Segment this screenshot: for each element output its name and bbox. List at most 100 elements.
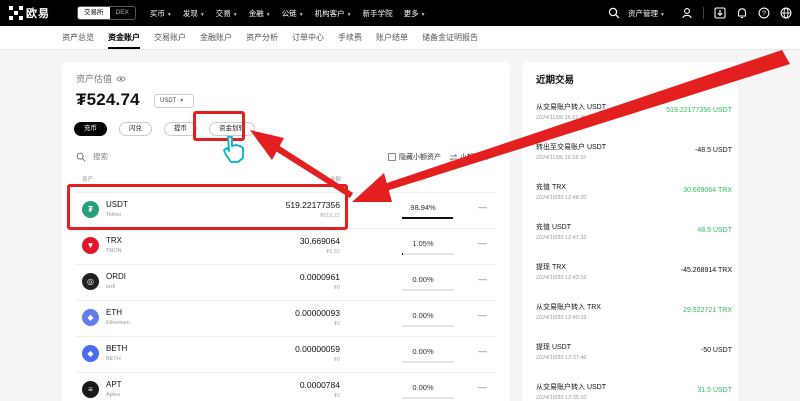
coin-ratio: 98.94% — [410, 203, 436, 212]
transaction-title: 从交易账户转入 TRX — [536, 304, 601, 311]
transaction-item[interactable]: 充值 USDT 2024/10/30 12:47:32 48.5 USDT — [536, 222, 732, 260]
nav-institutional[interactable]: 机构客户 ▼ — [315, 8, 352, 19]
transaction-title: 提现 TRX — [536, 264, 566, 271]
checkbox[interactable] — [388, 153, 396, 161]
logo[interactable]: 欧易 — [9, 5, 61, 21]
row-actions-button[interactable]: — — [478, 274, 488, 284]
coin-name: TRON — [106, 248, 122, 254]
exchange-dex-switch[interactable]: 交易所 DEX — [77, 6, 136, 20]
table-row[interactable]: ◆ BETH BETH 0.00000059 ₮0 0.00% — — [76, 336, 496, 371]
tab-asset-analysis[interactable]: 资产分析 — [246, 32, 278, 49]
coin-fiat-value: ₮0 — [333, 285, 340, 291]
ratio-bar-fill — [402, 217, 454, 219]
chevron-down-icon: ▼ — [420, 11, 426, 18]
asset-management-menu[interactable]: 资产管理 ▼ — [628, 8, 665, 19]
ratio-bar — [402, 361, 454, 363]
coin-symbol: ETH — [106, 308, 122, 317]
coin-fiat-value: ₮5.52 — [325, 249, 340, 255]
transaction-amount: -50 USDT — [700, 347, 732, 354]
tab-trading-account[interactable]: 交易账户 — [154, 32, 186, 49]
eye-icon[interactable] — [116, 74, 126, 84]
transaction-amount: 29.922721 TRX — [683, 307, 732, 314]
swap-icon — [449, 153, 458, 161]
chevron-down-icon: ▼ — [179, 98, 185, 104]
account-tabs: 资产总览 资金账户 交易账户 金融账户 资产分析 订单中心 手续费 账户结单 储… — [0, 26, 800, 50]
table-row[interactable]: ◎ ORDI ordi 0.0000961 ₮0 0.00% — — [76, 264, 496, 299]
ratio-bar — [402, 253, 454, 255]
help-icon[interactable]: ? — [757, 7, 770, 20]
transaction-item[interactable]: 提现 TRX 2024/10/30 12:43:16 -45.268914 TRX — [536, 262, 732, 300]
asset-search[interactable]: 搜索 — [76, 151, 108, 162]
tab-finance-account[interactable]: 金融账户 — [200, 32, 232, 49]
transaction-item[interactable]: 从交易账户转入 USDT 2024/10/30 12:35:10 31.5 USDT — [536, 382, 732, 401]
valuation-label: 资产估值 — [76, 72, 126, 85]
deposit-button[interactable]: 充币 — [74, 122, 107, 136]
nav-chain[interactable]: 公链 ▼ — [282, 8, 304, 19]
transaction-item[interactable]: 从交易账户转入 TRX 2024/10/30 12:40:23 29.922721 … — [536, 302, 732, 340]
switch-dex[interactable]: DEX — [110, 7, 135, 19]
row-actions-button[interactable]: — — [478, 382, 488, 392]
row-actions-button[interactable]: — — [478, 238, 488, 248]
bell-icon[interactable] — [735, 7, 748, 20]
tab-asset-overview[interactable]: 资产总览 — [62, 32, 94, 49]
coin-amount: 0.00000093 — [295, 308, 340, 318]
coin-fiat-value: ₮0 — [333, 321, 340, 327]
small-convert-link[interactable]: 小额兑换 — [449, 152, 488, 162]
row-actions-button[interactable]: — — [478, 310, 488, 320]
tab-order-center[interactable]: 订单中心 — [292, 32, 324, 49]
tab-funding-account[interactable]: 资金账户 — [108, 32, 140, 49]
nav-trade[interactable]: 交易 ▼ — [216, 8, 238, 19]
nav-finance[interactable]: 金融 ▼ — [249, 8, 271, 19]
transaction-title: 从交易账户转入 USDT — [536, 384, 606, 391]
coin-amount: 0.0000784 — [299, 380, 340, 390]
switch-exchange[interactable]: 交易所 — [78, 7, 110, 19]
coin-symbol: TRX — [106, 236, 122, 245]
transaction-item[interactable]: 从交易账户转入 USDT 2024/11/06 16:22:20 519.22177… — [536, 102, 732, 140]
coin-fiat-value: ₮0 — [333, 393, 340, 399]
download-icon[interactable] — [713, 7, 726, 20]
hide-small-toggle[interactable]: 隐藏小额资产 — [388, 152, 441, 162]
nav-more[interactable]: 更多 ▼ — [404, 8, 426, 19]
currency-select[interactable]: USDT ▼ — [154, 94, 194, 108]
transaction-time: 2024/10/30 12:40:23 — [536, 315, 587, 321]
convert-button[interactable]: 闪兑 — [119, 122, 152, 136]
coin-name: Ethereum — [106, 320, 130, 326]
search-icon[interactable] — [607, 7, 620, 20]
tab-statements[interactable]: 账户结单 — [376, 32, 408, 49]
transaction-amount: -45.268914 TRX — [680, 267, 732, 274]
transaction-item[interactable]: 转出至交易账户 USDT 2024/11/06 16:18:32 -48.5 USD… — [536, 142, 732, 180]
transaction-title: 从交易账户转入 USDT — [536, 104, 606, 111]
highlight-transfer-button — [193, 111, 245, 141]
globe-icon[interactable] — [779, 7, 792, 20]
header-asset: 资产 — [82, 177, 94, 183]
nav-buy-crypto[interactable]: 买币 ▼ — [150, 8, 172, 19]
search-placeholder: 搜索 — [93, 152, 108, 161]
nav-discover[interactable]: 发现 ▼ — [183, 8, 205, 19]
transaction-time: 2024/10/30 12:47:32 — [536, 235, 587, 241]
coin-beth-icon: ◆ — [82, 345, 99, 362]
row-actions-button[interactable]: — — [478, 346, 488, 356]
table-row[interactable]: ◆ ETH Ethereum 0.00000093 ₮0 0.00% — — [76, 300, 496, 335]
transaction-amount: 30.669064 TRX — [683, 187, 732, 194]
transaction-time: 2024/11/06 16:18:32 — [536, 155, 587, 161]
transaction-amount: 48.5 USDT — [697, 227, 732, 234]
main-nav: 买币 ▼ 发现 ▼ 交易 ▼ 金融 ▼ 公链 ▼ 机构客户 ▼ 新手学院 更多 ▼ — [150, 8, 437, 19]
nav-academy[interactable]: 新手学院 — [363, 8, 393, 19]
tab-proof-of-reserves[interactable]: 储备金证明报告 — [422, 32, 478, 49]
recent-transactions-title: 近期交易 — [536, 75, 575, 86]
row-actions-button[interactable]: — — [478, 202, 488, 212]
transaction-amount: 519.22177356 USDT — [666, 107, 732, 114]
coin-fiat-value: ₮0 — [333, 357, 340, 363]
recent-transactions-panel: 近期交易 从交易账户转入 USDT 2024/11/06 16:22:20 519.… — [522, 62, 738, 401]
svg-text:?: ? — [762, 10, 766, 17]
table-row[interactable]: ▼ TRX TRON 30.669064 ₮5.52 1.05% — — [76, 228, 496, 263]
user-icon[interactable] — [680, 7, 693, 20]
table-row[interactable]: ≡ APT Aptos 0.0000784 ₮0 0.00% — — [76, 372, 496, 401]
chevron-down-icon: ▼ — [199, 11, 205, 18]
transaction-item[interactable]: 充值 TRX 2024/10/30 12:48:20 30.669064 TRX — [536, 182, 732, 220]
transaction-item[interactable]: 提现 USDT 2024/10/30 12:37:46 -50 USDT — [536, 342, 732, 380]
funding-panel: 资产估值 ₮524.74 USDT ▼ 充币 闪兑 提币 资金划转 搜索 隐藏小额… — [62, 62, 510, 401]
ratio-bar — [402, 289, 454, 291]
tab-fees[interactable]: 手续费 — [338, 32, 362, 49]
total-balance: ₮524.74 — [76, 90, 140, 109]
